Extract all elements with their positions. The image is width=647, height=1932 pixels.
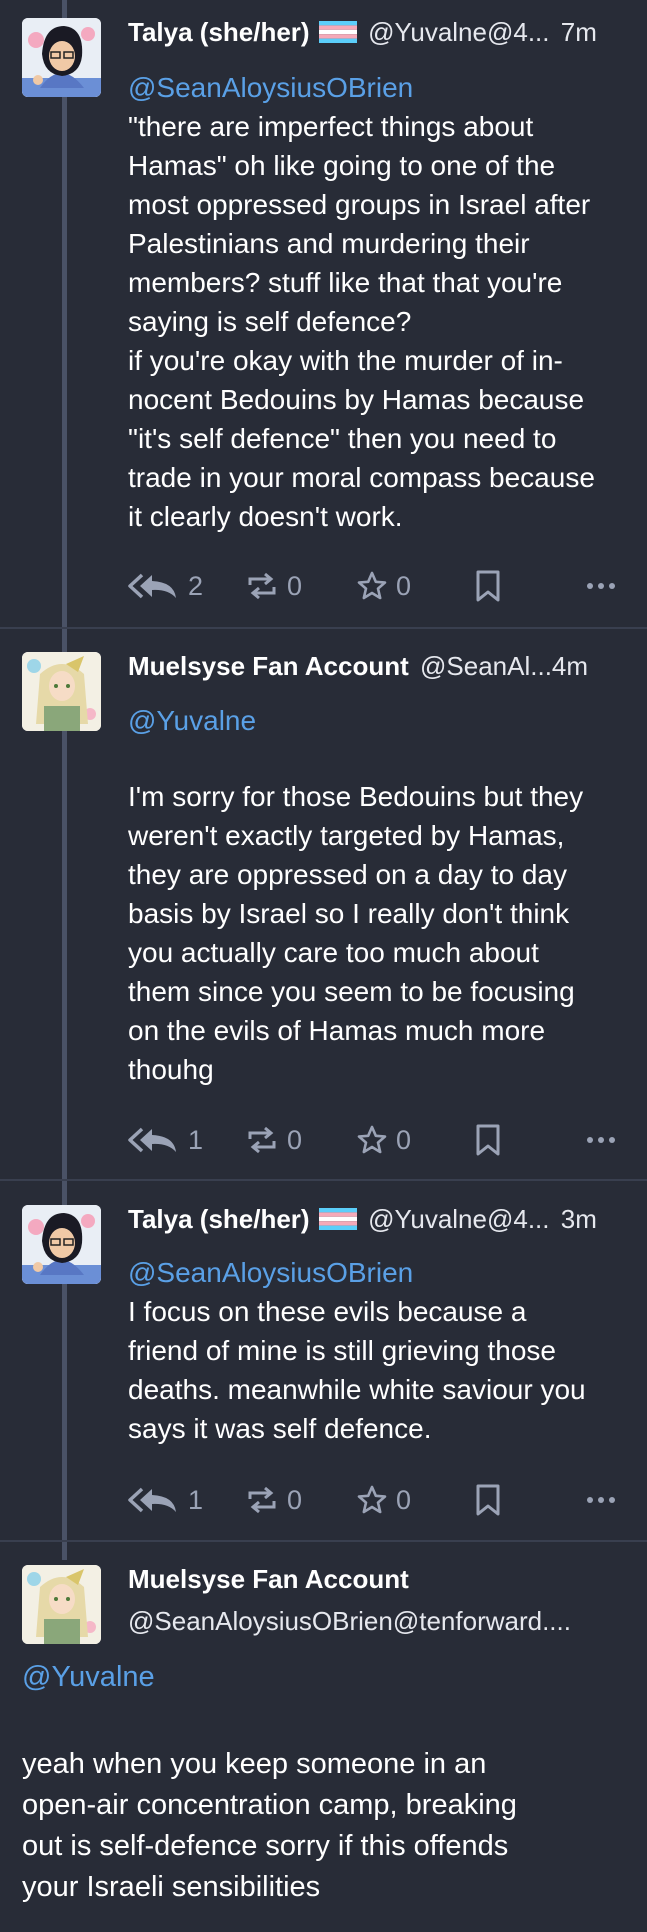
post-text: yeah when you keep someone in an open-ai… [22,1748,517,1903]
post-text: I'm sorry for those Bedouins but they we… [128,781,584,1085]
post-text: "there are imperfect things about Hamas"… [128,111,595,532]
reply-button[interactable]: 2 [128,566,203,606]
bookmark-button[interactable] [474,1120,502,1160]
account-handle[interactable]: @Yuvalne@4... [368,1204,549,1234]
account-handle[interactable]: @SeanAloysiusOBrien@tenforward.... [128,1604,571,1638]
reply-all-icon [128,573,176,599]
more-icon [587,583,615,589]
post-header: Talya (she/her) @Yuvalne@4... 7m [128,15,597,49]
favourite-button[interactable]: 0 [356,566,411,606]
display-name[interactable]: Talya (she/her) [128,17,310,47]
bookmark-icon [476,570,500,602]
action-bar: 1 0 0 [128,1480,628,1520]
trans-flag-icon [318,1208,357,1231]
boost-button[interactable]: 0 [245,1480,302,1520]
display-name[interactable]: Talya (she/her) [128,1204,310,1234]
action-bar: 1 0 0 [128,1120,628,1160]
favourite-count: 0 [396,570,412,601]
boost-icon [248,572,276,600]
status-post[interactable]: Talya (she/her) @Yuvalne@4... 7m @SeanAl… [0,0,647,628]
boost-button[interactable]: 0 [245,1120,302,1160]
boost-button[interactable]: 0 [245,566,302,606]
boost-count: 0 [287,570,303,601]
favourite-button[interactable]: 0 [356,1120,411,1160]
display-name[interactable]: Muelsyse Fan Account [128,651,409,681]
action-bar: 2 0 0 [128,566,628,606]
timestamp[interactable]: 4m [552,651,588,681]
avatar[interactable] [22,1205,101,1284]
avatar[interactable] [22,18,101,97]
boost-count: 0 [287,1484,303,1515]
reply-button[interactable]: 1 [128,1120,203,1160]
more-icon [587,1497,615,1503]
timestamp[interactable]: 3m [561,1204,597,1234]
bookmark-icon [476,1484,500,1516]
favourite-button[interactable]: 0 [356,1480,411,1520]
more-icon [587,1137,615,1143]
more-button[interactable] [586,1120,616,1160]
reply-all-icon [128,1487,176,1513]
status-post[interactable]: Muelsyse Fan Account @SeanAl...4m @Yuval… [0,629,647,1180]
star-icon [357,571,387,600]
reply-count: 1 [188,1484,204,1515]
favourite-count: 0 [396,1124,412,1155]
reply-all-icon [128,1127,176,1153]
boost-icon [248,1486,276,1514]
boost-count: 0 [287,1124,303,1155]
boost-icon [248,1126,276,1154]
post-header: Talya (she/her) @Yuvalne@4... 3m [128,1202,597,1236]
star-icon [357,1485,387,1514]
bookmark-button[interactable] [474,1480,502,1520]
reply-count: 1 [188,1124,204,1155]
reply-button[interactable]: 1 [128,1480,203,1520]
trans-flag-icon [318,21,357,44]
post-text: I focus on these evils because a friend … [128,1296,586,1444]
avatar[interactable] [22,652,101,731]
account-handle[interactable]: @Yuvalne@4... [368,17,549,47]
more-button[interactable] [586,1480,616,1520]
focused-status[interactable]: Muelsyse Fan Account @SeanAloysiusOBrien… [0,1542,647,1932]
post-header: Muelsyse Fan Account @SeanAl...4m [128,649,588,683]
star-icon [357,1125,387,1154]
status-post[interactable]: Talya (she/her) @Yuvalne@4... 3m @SeanAl… [0,1181,647,1541]
mention-link[interactable]: @SeanAloysiusOBrien [128,71,413,105]
display-name[interactable]: Muelsyse Fan Account [128,1562,409,1596]
favourite-count: 0 [396,1484,412,1515]
account-handle[interactable]: @SeanAl... [420,651,552,681]
mention-link[interactable]: @Yuvalne [128,704,256,738]
mention-link[interactable]: @SeanAloysiusOBrien [128,1256,413,1290]
timestamp[interactable]: 7m [561,17,597,47]
avatar[interactable] [22,1565,101,1644]
bookmark-icon [476,1124,500,1156]
bookmark-button[interactable] [474,566,502,606]
more-button[interactable] [586,566,616,606]
mention-link[interactable]: @Yuvalne [22,1660,155,1694]
reply-count: 2 [188,570,204,601]
